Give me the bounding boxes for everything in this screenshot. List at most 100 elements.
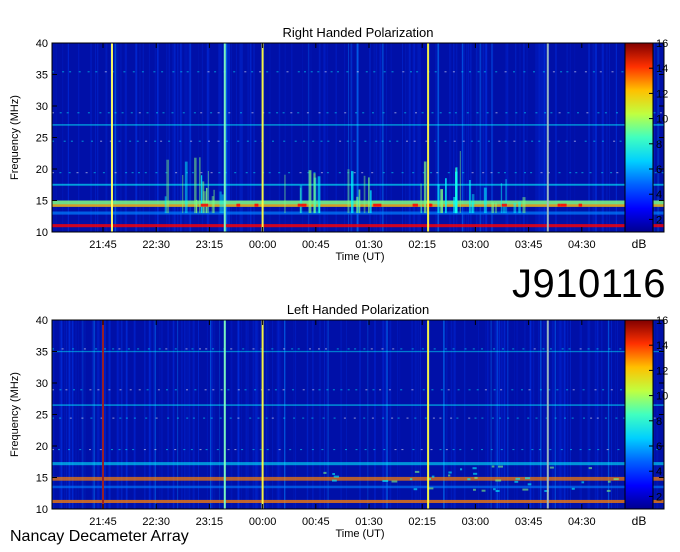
rfi-dot: [560, 449, 563, 451]
rfi-dot: [382, 112, 385, 114]
rfi-dot: [241, 449, 244, 451]
rfi-dot: [325, 348, 327, 350]
rfi-dot: [396, 140, 399, 142]
emission-patch: [363, 175, 366, 214]
rfi-dot: [439, 417, 442, 419]
colorbar-tick-label: 10: [656, 114, 668, 126]
rfi-dot: [97, 389, 100, 391]
rfi-dot: [165, 348, 168, 350]
rfi-dot: [265, 417, 268, 419]
rfi-dot: [322, 417, 325, 419]
rfi-dot: [462, 172, 465, 174]
emission-patch: [505, 179, 507, 214]
rfi-dot: [112, 417, 115, 419]
hotspot: [491, 465, 495, 468]
rfi-dot: [174, 348, 177, 350]
hotspot: [413, 488, 418, 491]
hotspot: [332, 479, 337, 482]
rfi-dot: [333, 449, 336, 451]
rfi-dot: [141, 71, 144, 73]
hotspot: [323, 471, 327, 474]
rfi-dot: [521, 449, 524, 451]
rfi-dot: [210, 112, 213, 114]
rfi-dot: [524, 112, 526, 114]
rfi-dot: [228, 112, 231, 114]
hotspot: [606, 489, 611, 492]
rfi-dot: [522, 348, 525, 350]
rfi-dot: [244, 389, 247, 391]
rfi-dot: [259, 449, 262, 451]
rfi-dot: [337, 71, 339, 73]
vertical-line: [261, 320, 264, 509]
x-tick-label: 03:45: [515, 239, 543, 251]
hotspot: [472, 467, 477, 470]
emission-patch: [513, 203, 517, 214]
rfi-dot: [266, 449, 269, 451]
rfi-dot: [391, 172, 394, 174]
rfi-dot: [370, 348, 373, 350]
rfi-dot: [459, 449, 462, 451]
rfi-dot: [233, 71, 236, 73]
rfi-dot: [186, 389, 188, 391]
rfi-dot: [515, 112, 518, 114]
y-tick-label: 25: [36, 133, 48, 145]
rfi-dot: [136, 140, 139, 142]
rfi-dot: [388, 389, 391, 391]
rfi-dot: [610, 389, 613, 391]
rfi-dot: [447, 389, 450, 391]
rfi-dot: [297, 112, 300, 114]
rfi-dot: [422, 389, 425, 391]
rfi-dot: [412, 449, 415, 451]
x-tick-label: 01:30: [355, 516, 383, 528]
rfi-dot: [521, 389, 523, 391]
rfi-dot: [504, 140, 507, 142]
y-tick-label: 30: [36, 101, 48, 113]
x-tick-label: 01:30: [355, 239, 383, 251]
hotspot: [560, 203, 567, 207]
rfi-dot: [383, 449, 386, 451]
rfi-dot: [283, 348, 286, 350]
rfi-dot: [130, 112, 133, 114]
x-tick-label: 21:45: [89, 239, 117, 251]
rfi-dot: [283, 140, 286, 142]
rfi-dot: [511, 389, 514, 391]
emission-patch: [358, 189, 361, 214]
rfi-dot: [326, 112, 329, 114]
rfi-dot: [252, 348, 255, 350]
rfi-dot: [388, 140, 391, 142]
rfi-dot: [452, 449, 455, 451]
rfi-dot: [66, 112, 69, 114]
rfi-dot: [531, 140, 534, 142]
rfi-dot: [611, 71, 614, 73]
rfi-dot: [569, 172, 572, 174]
rfi-dot: [318, 348, 320, 350]
rfi-dot: [402, 71, 405, 73]
hotspot: [448, 471, 452, 474]
hotspot: [588, 467, 592, 470]
colorbar-tick-label: 2: [656, 214, 662, 226]
rfi-dot: [486, 112, 489, 114]
y-tick-label: 20: [36, 441, 48, 453]
rfi-dot: [453, 140, 456, 142]
rfi-dot: [309, 348, 311, 350]
hotspot: [571, 487, 575, 490]
y-tick-label: 25: [36, 410, 48, 422]
rfi-dot: [207, 71, 210, 73]
rfi-dot: [431, 112, 434, 114]
hotspot: [557, 203, 561, 207]
rfi-dot: [259, 71, 262, 73]
rfi-dot: [302, 417, 305, 419]
rfi-dot: [283, 417, 286, 419]
rfi-dot: [121, 112, 124, 114]
rfi-dot: [444, 348, 447, 350]
rfi-dot: [254, 140, 257, 142]
rfi-dot: [381, 348, 384, 350]
y-tick-label: 10: [36, 227, 48, 239]
colorbar-tick-label: 6: [656, 164, 662, 176]
hotspot: [391, 480, 398, 483]
x-tick-label: 03:00: [462, 239, 490, 251]
rfi-dot: [288, 172, 291, 174]
rfi-dot: [199, 348, 201, 350]
rfi-dot: [176, 417, 179, 419]
hotspot: [409, 478, 413, 481]
